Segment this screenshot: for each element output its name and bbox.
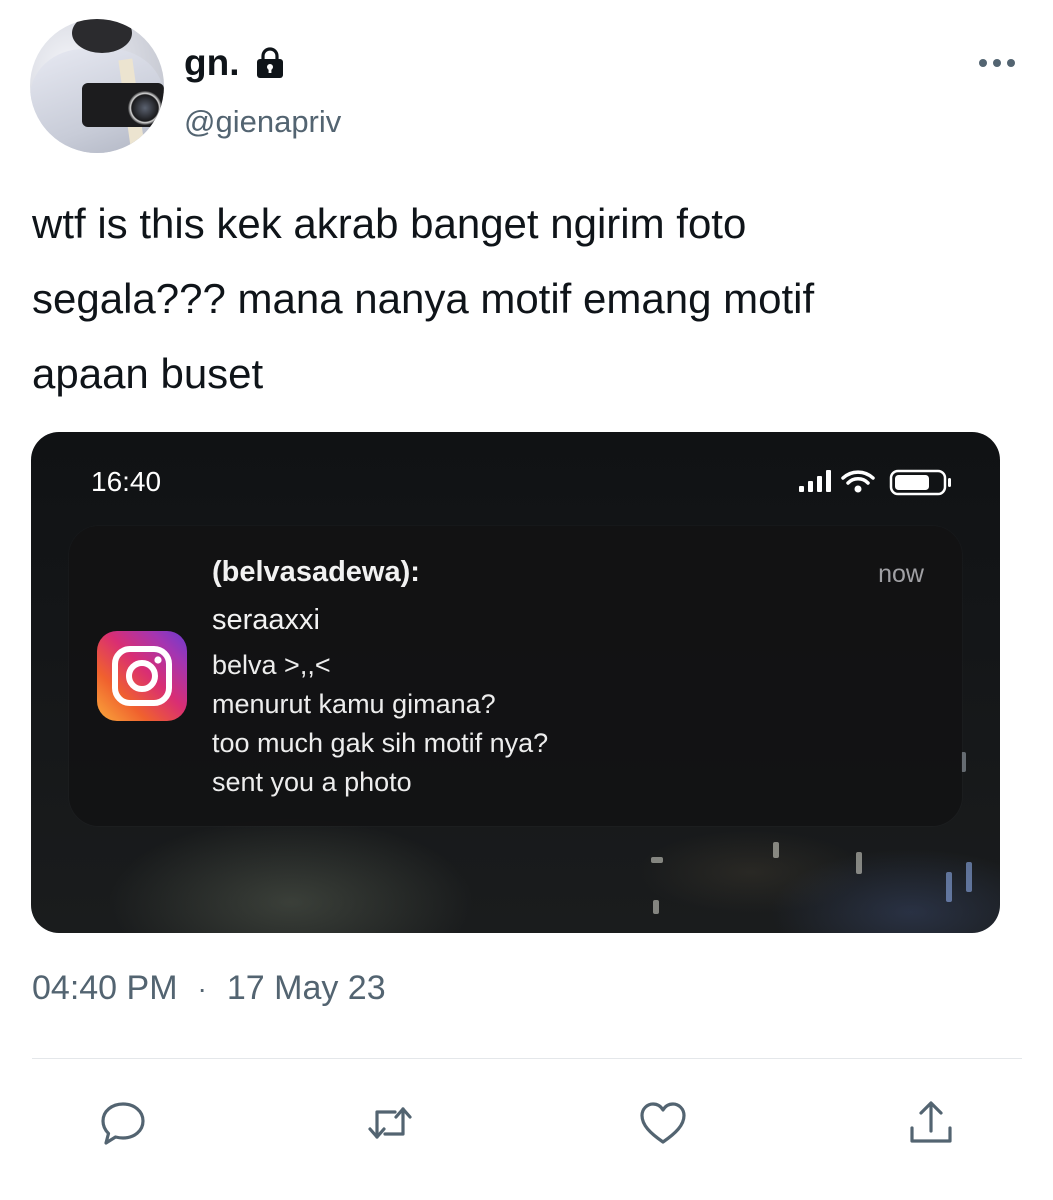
author-name-row: gn. (184, 40, 287, 86)
avatar[interactable] (30, 19, 164, 153)
tweet-timestamp[interactable]: 04:40 PM · 17 May 23 (32, 969, 386, 1008)
reply-icon[interactable] (98, 1098, 148, 1148)
notification-line: too much gak sih motif nya? (212, 728, 549, 758)
background-light (946, 872, 952, 902)
notification-username: seraaxxi (212, 604, 320, 636)
meta-separator: · (197, 972, 207, 1004)
battery-icon (889, 469, 951, 496)
tweet-time: 04:40 PM (32, 969, 178, 1007)
tweet-media-screenshot[interactable]: 16:40 (belvasadewa): now seraaxxi belva … (31, 432, 1000, 933)
tweet-date: 17 May 23 (226, 969, 386, 1007)
handle[interactable]: @gienapriv (184, 104, 341, 140)
avatar-camera-lens (128, 91, 162, 125)
instagram-notification[interactable]: (belvasadewa): now seraaxxi belva >,,< m… (69, 526, 962, 826)
background-light (966, 862, 972, 892)
display-name[interactable]: gn. (184, 42, 239, 84)
notification-timestamp: now (878, 560, 924, 588)
status-bar-time: 16:40 (91, 466, 162, 497)
retweet-icon[interactable] (365, 1098, 415, 1148)
wifi-icon (841, 470, 875, 493)
notification-line: sent you a photo (212, 767, 412, 797)
share-icon[interactable] (906, 1098, 956, 1148)
tweet-text: wtf is this kek akrab banget ngirim foto… (32, 200, 815, 397)
background-light (653, 900, 659, 914)
cellular-signal-icon (799, 470, 831, 492)
background-light (651, 857, 663, 863)
divider (32, 1058, 1022, 1059)
instagram-icon (97, 631, 187, 721)
lock-icon (253, 46, 287, 80)
more-options-icon[interactable] (976, 55, 1018, 71)
status-bar-icons (799, 468, 959, 496)
notification-line: belva >,,< (212, 650, 331, 680)
background-light (773, 842, 779, 858)
avatar-hair (72, 19, 132, 53)
notification-sender: (belvasadewa): (212, 556, 420, 588)
background-light (856, 852, 862, 874)
like-icon[interactable] (638, 1098, 688, 1148)
notification-message: belva >,,< menurut kamu gimana? too much… (212, 646, 548, 802)
notification-line: menurut kamu gimana? (212, 689, 496, 719)
